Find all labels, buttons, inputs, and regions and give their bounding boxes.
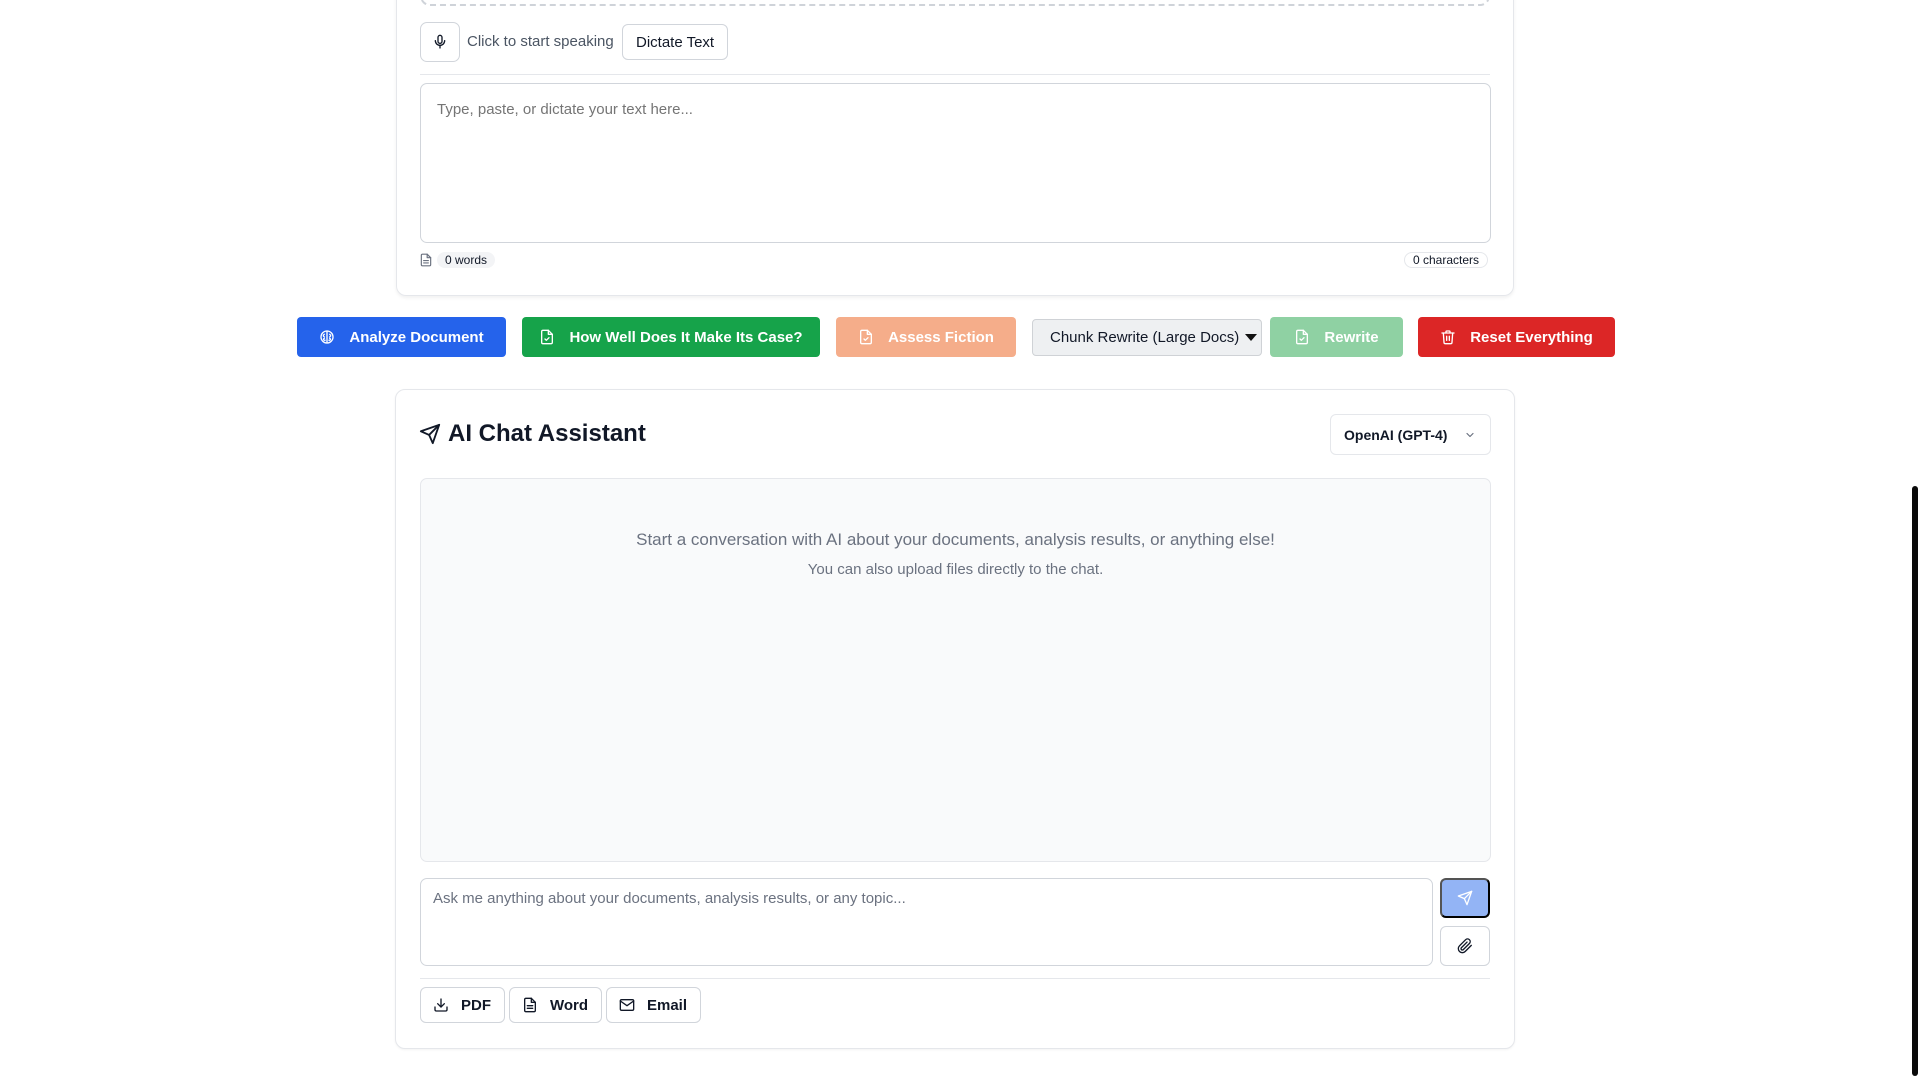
send-message-button[interactable] xyxy=(1440,878,1490,918)
reset-everything-label: Reset Everything xyxy=(1470,328,1593,346)
trash-icon xyxy=(1441,330,1455,345)
document-icon xyxy=(420,253,432,267)
speak-hint: Click to start speaking xyxy=(467,33,614,50)
rewrite-button[interactable]: Rewrite xyxy=(1270,317,1403,357)
caret-down-icon xyxy=(1245,334,1257,341)
word-count-badge: 0 words xyxy=(437,252,496,268)
assess-fiction-label: Assess Fiction xyxy=(888,328,994,346)
send-icon xyxy=(419,423,441,445)
ai-model-select[interactable]: OpenAI (GPT-4) xyxy=(1330,414,1491,455)
export-word-button[interactable]: Word xyxy=(509,987,603,1023)
send-icon xyxy=(1457,890,1473,906)
chat-empty-hint: You can also upload files directly to th… xyxy=(807,561,1104,578)
export-email-label: Email xyxy=(647,996,688,1014)
file-check-icon xyxy=(541,329,554,345)
file-check-icon xyxy=(860,329,873,345)
dictate-text-button[interactable]: Dictate Text xyxy=(622,24,729,60)
rewrite-label: Rewrite xyxy=(1324,328,1379,346)
mail-icon xyxy=(619,999,635,1011)
document-icon xyxy=(524,997,536,1013)
chat-empty-message: Start a conversation with AI about your … xyxy=(636,530,1275,549)
microphone-icon xyxy=(434,34,446,49)
chat-title: AI Chat Assistant xyxy=(448,420,646,447)
brain-icon xyxy=(320,330,335,344)
divider xyxy=(420,74,1490,75)
make-its-case-label: How Well Does It Make Its Case? xyxy=(569,328,803,346)
ai-model-value: OpenAI (GPT-4) xyxy=(1344,426,1448,443)
analyze-document-label: Analyze Document xyxy=(349,328,484,346)
rewrite-mode-value: Chunk Rewrite (Large Docs) xyxy=(1050,329,1240,346)
file-check-icon xyxy=(1296,329,1309,345)
export-email-button[interactable]: Email xyxy=(606,987,702,1023)
export-pdf-label: PDF xyxy=(461,996,491,1014)
assess-fiction-button[interactable]: Assess Fiction xyxy=(836,317,1016,357)
attach-file-button[interactable] xyxy=(1440,926,1490,966)
character-count-badge: 0 characters xyxy=(1404,252,1489,268)
export-word-label: Word xyxy=(550,996,589,1014)
rewrite-mode-select[interactable]: Chunk Rewrite (Large Docs) xyxy=(1032,319,1262,356)
reset-everything-button[interactable]: Reset Everything xyxy=(1418,317,1615,357)
make-its-case-button[interactable]: How Well Does It Make Its Case? xyxy=(522,317,820,357)
chat-message-input[interactable]: Ask me anything about your documents, an… xyxy=(420,878,1433,966)
microphone-button[interactable] xyxy=(420,22,460,62)
file-dropzone[interactable] xyxy=(420,0,1490,6)
scrollbar-thumb[interactable] xyxy=(1912,486,1918,1076)
chevron-down-icon xyxy=(1466,432,1474,438)
paperclip-icon xyxy=(1457,938,1472,954)
export-pdf-button[interactable]: PDF xyxy=(420,987,505,1023)
analyze-document-button[interactable]: Analyze Document xyxy=(297,317,506,357)
download-icon xyxy=(434,998,448,1012)
divider xyxy=(420,978,1490,979)
document-text-input[interactable] xyxy=(420,83,1491,243)
